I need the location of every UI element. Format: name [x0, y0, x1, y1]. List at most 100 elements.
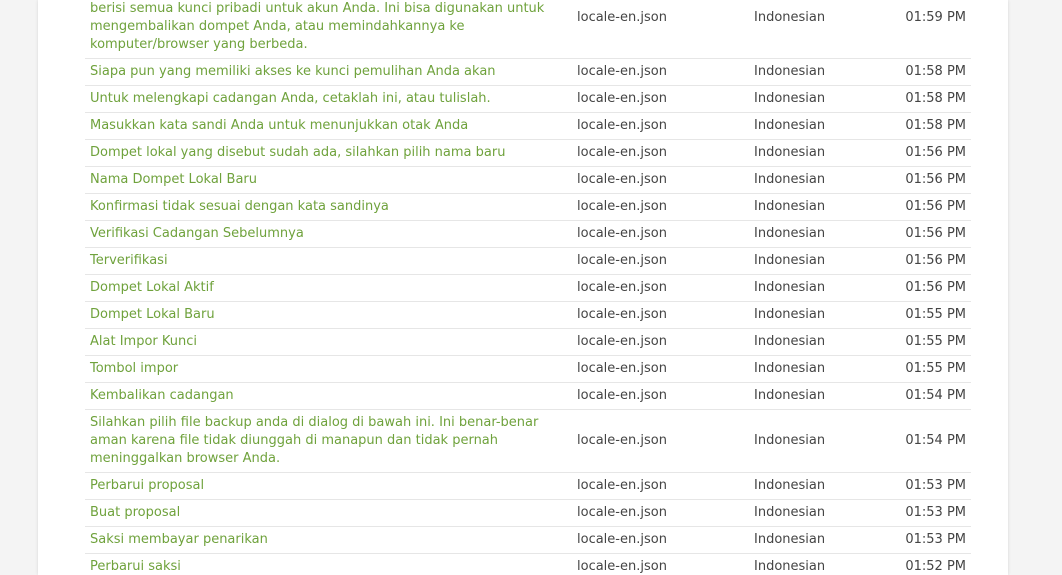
time-cell: 01:54 PM: [894, 409, 971, 473]
table-row: Silahkan pilih file backup anda di dialo…: [85, 409, 971, 473]
translations-table-body: kata kunci ini. File ini dienkripsi deng…: [85, 0, 971, 575]
file-name-cell: locale-en.json: [572, 220, 749, 248]
translation-text-cell: Dompet lokal yang disebut sudah ada, sil…: [85, 139, 572, 167]
time-cell: 01:58 PM: [894, 85, 971, 113]
translations-panel: kata kunci ini. File ini dienkripsi deng…: [38, 0, 1008, 575]
translation-text-link[interactable]: Saksi membayar penarikan: [90, 532, 268, 547]
translation-text-cell: Perbarui proposal: [85, 472, 572, 500]
language-cell: Indonesian: [749, 112, 894, 140]
translation-text-cell: kata kunci ini. File ini dienkripsi deng…: [85, 0, 572, 59]
table-row: Buat proposal locale-en.json Indonesian 01:…: [85, 499, 971, 527]
language-cell: Indonesian: [749, 382, 894, 410]
translation-text-link[interactable]: Perbarui proposal: [90, 478, 204, 493]
file-name-cell: locale-en.json: [572, 409, 749, 473]
table-row: Konfirmasi tidak sesuai dengan kata sand…: [85, 193, 971, 221]
language-cell: Indonesian: [749, 553, 894, 575]
language-cell: Indonesian: [749, 58, 894, 86]
translations-table-wrap: kata kunci ini. File ini dienkripsi deng…: [85, 0, 971, 575]
file-name-cell: locale-en.json: [572, 112, 749, 140]
time-cell: 01:55 PM: [894, 328, 971, 356]
table-row: Dompet Lokal Baru locale-en.json Indonesia…: [85, 301, 971, 329]
file-name-cell: locale-en.json: [572, 328, 749, 356]
translation-text-link[interactable]: Alat Impor Kunci: [90, 334, 197, 349]
time-cell: 01:56 PM: [894, 274, 971, 302]
translation-text-link[interactable]: Untuk melengkapi cadangan Anda, cetaklah…: [90, 91, 491, 106]
language-cell: Indonesian: [749, 193, 894, 221]
time-cell: 01:56 PM: [894, 220, 971, 248]
language-cell: Indonesian: [749, 499, 894, 527]
translation-text-link[interactable]: Kembalikan cadangan: [90, 388, 234, 403]
table-row: Kembalikan cadangan locale-en.json Indones…: [85, 382, 971, 410]
translation-text-cell: Silahkan pilih file backup anda di dialo…: [85, 409, 572, 473]
table-row: Untuk melengkapi cadangan Anda, cetaklah…: [85, 85, 971, 113]
table-row: Perbarui saksi locale-en.json Indonesian 01…: [85, 553, 971, 575]
translation-text-cell: Kembalikan cadangan: [85, 382, 572, 410]
language-cell: Indonesian: [749, 409, 894, 473]
table-row: Alat Impor Kunci locale-en.json Indonesian…: [85, 328, 971, 356]
translation-text-link[interactable]: Buat proposal: [90, 505, 180, 520]
translation-text-link[interactable]: Nama Dompet Lokal Baru: [90, 172, 257, 187]
file-name-cell: locale-en.json: [572, 247, 749, 275]
time-cell: 01:55 PM: [894, 355, 971, 383]
table-row: Dompet lokal yang disebut sudah ada, sil…: [85, 139, 971, 167]
time-cell: 01:55 PM: [894, 301, 971, 329]
time-cell: 01:53 PM: [894, 472, 971, 500]
file-name-cell: locale-en.json: [572, 166, 749, 194]
time-cell: 01:58 PM: [894, 112, 971, 140]
time-cell: 01:56 PM: [894, 139, 971, 167]
table-row: Tombol impor locale-en.json Indonesian 01:5…: [85, 355, 971, 383]
translation-text-cell: Terverifikasi: [85, 247, 572, 275]
translation-text-cell: Siapa pun yang memiliki akses ke kunci p…: [85, 58, 572, 86]
translations-table: kata kunci ini. File ini dienkripsi deng…: [85, 0, 971, 575]
time-cell: 01:58 PM: [894, 58, 971, 86]
time-cell: 01:59 PM: [894, 0, 971, 59]
translation-text-cell: Untuk melengkapi cadangan Anda, cetaklah…: [85, 85, 572, 113]
language-cell: Indonesian: [749, 328, 894, 356]
file-name-cell: locale-en.json: [572, 382, 749, 410]
file-name-cell: locale-en.json: [572, 193, 749, 221]
translation-text-cell: Saksi membayar penarikan: [85, 526, 572, 554]
time-cell: 01:56 PM: [894, 193, 971, 221]
time-cell: 01:56 PM: [894, 166, 971, 194]
language-cell: Indonesian: [749, 472, 894, 500]
time-cell: 01:53 PM: [894, 526, 971, 554]
table-row: Saksi membayar penarikan locale-en.json In…: [85, 526, 971, 554]
translation-text-link[interactable]: Dompet Lokal Aktif: [90, 280, 214, 295]
translation-text-link[interactable]: Dompet Lokal Baru: [90, 307, 215, 322]
translation-text-link[interactable]: Silahkan pilih file backup anda di dialo…: [90, 415, 538, 466]
translation-text-link[interactable]: Dompet lokal yang disebut sudah ada, sil…: [90, 145, 505, 160]
translation-text-link[interactable]: kata kunci ini. File ini dienkripsi deng…: [90, 0, 544, 52]
translation-text-cell: Alat Impor Kunci: [85, 328, 572, 356]
table-row: Terverifikasi locale-en.json Indonesian 01:…: [85, 247, 971, 275]
file-name-cell: locale-en.json: [572, 355, 749, 383]
translation-text-link[interactable]: Perbarui saksi: [90, 559, 181, 574]
language-cell: Indonesian: [749, 0, 894, 59]
translation-text-cell: Dompet Lokal Aktif: [85, 274, 572, 302]
language-cell: Indonesian: [749, 139, 894, 167]
file-name-cell: locale-en.json: [572, 274, 749, 302]
language-cell: Indonesian: [749, 301, 894, 329]
time-cell: 01:54 PM: [894, 382, 971, 410]
language-cell: Indonesian: [749, 274, 894, 302]
translation-text-cell: Dompet Lokal Baru: [85, 301, 572, 329]
time-cell: 01:56 PM: [894, 247, 971, 275]
translation-text-link[interactable]: Tombol impor: [90, 361, 178, 376]
translation-text-link[interactable]: Siapa pun yang memiliki akses ke kunci p…: [90, 64, 496, 79]
language-cell: Indonesian: [749, 166, 894, 194]
table-row: Masukkan kata sandi Anda untuk menunjukk…: [85, 112, 971, 140]
language-cell: Indonesian: [749, 85, 894, 113]
translation-text-cell: Tombol impor: [85, 355, 572, 383]
table-row: Dompet Lokal Aktif locale-en.json Indonesi…: [85, 274, 971, 302]
translation-text-cell: Buat proposal: [85, 499, 572, 527]
table-row: Siapa pun yang memiliki akses ke kunci p…: [85, 58, 971, 86]
language-cell: Indonesian: [749, 220, 894, 248]
translation-text-cell: Nama Dompet Lokal Baru: [85, 166, 572, 194]
table-row: Nama Dompet Lokal Baru locale-en.json Indo…: [85, 166, 971, 194]
translation-text-link[interactable]: Verifikasi Cadangan Sebelumnya: [90, 226, 304, 241]
file-name-cell: locale-en.json: [572, 0, 749, 59]
file-name-cell: locale-en.json: [572, 139, 749, 167]
translation-text-link[interactable]: Konfirmasi tidak sesuai dengan kata sand…: [90, 199, 389, 214]
translation-text-cell: Perbarui saksi: [85, 553, 572, 575]
translation-text-link[interactable]: Terverifikasi: [90, 253, 168, 268]
translation-text-link[interactable]: Masukkan kata sandi Anda untuk menunjukk…: [90, 118, 468, 133]
